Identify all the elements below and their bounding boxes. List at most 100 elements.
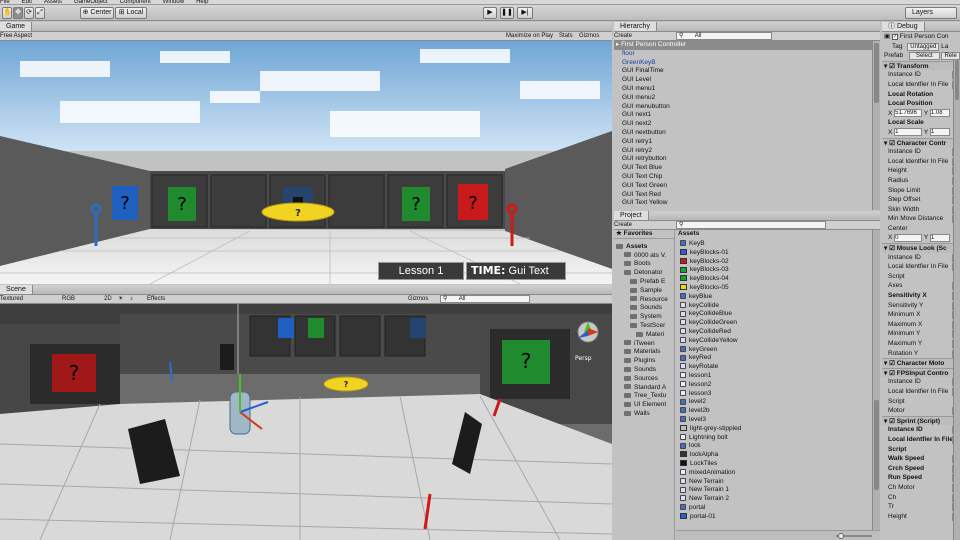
active-checkbox[interactable]: ✓ xyxy=(891,34,898,40)
effects-dropdown[interactable]: Effects xyxy=(147,295,165,303)
game-gizmos-toggle[interactable]: Gizmos xyxy=(579,32,599,40)
maximize-on-play-toggle[interactable]: Maximize on Play xyxy=(506,32,553,40)
foldout-row[interactable]: Local Scale xyxy=(882,118,960,128)
project-create-dropdown[interactable]: Create xyxy=(614,222,632,228)
asset-item[interactable]: New Terrain 2 xyxy=(676,495,872,504)
folder-item[interactable]: Prefab E xyxy=(614,278,674,287)
folder-item[interactable]: Sample xyxy=(614,287,674,296)
shading-dropdown[interactable]: Textured xyxy=(0,296,23,302)
asset-item[interactable]: keyBlocks-03 xyxy=(676,266,872,275)
hierarchy-item[interactable]: GUI Text Chip xyxy=(614,173,880,182)
prefab-revert-button[interactable]: Rele xyxy=(941,52,960,61)
y-value-field[interactable]: 1.08 xyxy=(929,109,950,118)
asset-item[interactable]: lock xyxy=(676,442,872,451)
asset-item[interactable]: keyRed xyxy=(676,354,872,363)
folder-item[interactable]: UI Element xyxy=(614,401,674,410)
asset-item[interactable]: level2 xyxy=(676,398,872,407)
project-search-input[interactable]: ⚲ xyxy=(676,221,826,229)
folder-item[interactable]: iTween xyxy=(614,340,674,349)
hierarchy-item[interactable]: GreenKeyB xyxy=(614,59,880,68)
y-value-field[interactable]: 1 xyxy=(929,128,950,137)
stats-toggle[interactable]: Stats xyxy=(559,32,573,40)
tab-debug-inspector[interactable]: ⓘ Debug xyxy=(882,22,925,31)
hand-tool-button[interactable]: ✋ xyxy=(2,7,12,19)
hierarchy-item[interactable]: GUI retry2 xyxy=(614,147,880,156)
asset-item[interactable]: lockAlpha xyxy=(676,451,872,460)
hierarchy-create-dropdown[interactable]: Create xyxy=(614,33,632,39)
folder-item[interactable]: Walls xyxy=(614,410,674,419)
folder-item[interactable]: Sources xyxy=(614,375,674,384)
asset-item[interactable]: level2b xyxy=(676,407,872,416)
asset-item[interactable]: lesson1 xyxy=(676,372,872,381)
component-enabled-checkbox[interactable]: ☑ xyxy=(889,418,897,425)
folder-item[interactable]: 0000 ats V. xyxy=(614,252,674,261)
play-button[interactable]: ▶ xyxy=(483,7,497,19)
scene-search-input[interactable]: ⚲ All xyxy=(440,295,530,303)
folder-item[interactable]: Standard A xyxy=(614,384,674,393)
asset-item[interactable]: keyCollide xyxy=(676,302,872,311)
scene-gizmos-dropdown[interactable]: Gizmos xyxy=(408,295,428,303)
folder-item[interactable]: Detonator xyxy=(614,269,674,278)
component-enabled-checkbox[interactable]: ☑ xyxy=(889,360,897,367)
object-name-field[interactable]: First Person Con xyxy=(900,33,949,40)
hierarchy-item[interactable]: GUI retrybutton xyxy=(614,155,880,164)
x-value-field[interactable]: 0 xyxy=(894,233,923,242)
tab-project[interactable]: Project xyxy=(614,211,649,220)
asset-item[interactable]: lesson2 xyxy=(676,381,872,390)
hierarchy-item[interactable]: GUI Level xyxy=(614,76,880,85)
aspect-dropdown[interactable]: Free Aspect xyxy=(0,33,32,39)
rgb-dropdown[interactable]: RGB xyxy=(62,295,75,303)
component-header[interactable]: ▾ ☑ Character Contr xyxy=(882,137,960,148)
hierarchy-item[interactable]: GUI nextbutton xyxy=(614,129,880,138)
folder-item[interactable]: Sounds xyxy=(614,366,674,375)
asset-item[interactable]: keyGreen xyxy=(676,346,872,355)
asset-item[interactable]: New Terrain xyxy=(676,478,872,487)
hierarchy-item[interactable]: GUI Text Green xyxy=(614,182,880,191)
folder-item[interactable]: Assets xyxy=(614,243,674,252)
component-enabled-checkbox[interactable]: ☑ xyxy=(889,140,897,147)
layers-dropdown[interactable]: Layers xyxy=(905,7,957,19)
component-header[interactable]: ▾ ☑ FPSInput Contro xyxy=(882,367,960,378)
component-header[interactable]: ▾ ☑ Character Moto xyxy=(882,358,960,368)
project-scrollbar[interactable] xyxy=(872,230,880,530)
tab-hierarchy[interactable]: Hierarchy xyxy=(614,22,657,31)
hierarchy-item[interactable]: GUI menu1 xyxy=(614,85,880,94)
hierarchy-item[interactable]: GUI Text Red xyxy=(614,191,880,200)
asset-item[interactable]: portal-01 xyxy=(676,513,872,522)
component-header[interactable]: ▾ ☑ Mouse Look (Sc xyxy=(882,243,960,253)
folder-item[interactable]: Plugins xyxy=(614,357,674,366)
asset-item[interactable]: KeyB xyxy=(676,240,872,249)
pivot-center-button[interactable]: ⊕ Center xyxy=(80,7,114,19)
asset-item[interactable]: keyBlue xyxy=(676,293,872,302)
asset-item[interactable]: New Terrain 1 xyxy=(676,486,872,495)
folder-item[interactable]: System xyxy=(614,313,674,322)
prefab-select-button[interactable]: Select xyxy=(908,52,940,61)
asset-item[interactable]: keyBlocks-02 xyxy=(676,258,872,267)
toggle-2d[interactable]: 2D xyxy=(104,295,112,303)
asset-item[interactable]: portal xyxy=(676,504,872,513)
asset-item[interactable]: keyBlocks-05 xyxy=(676,284,872,293)
hierarchy-item[interactable]: GUI menu2 xyxy=(614,94,880,103)
hierarchy-scrollbar[interactable] xyxy=(872,41,880,210)
inspector-scrollbar[interactable] xyxy=(953,60,960,540)
folder-item[interactable]: Resource xyxy=(614,296,674,305)
hierarchy-item[interactable]: GUI next2 xyxy=(614,120,880,129)
foldout-row[interactable]: Local Rotation xyxy=(882,90,960,100)
folder-item[interactable]: Materi xyxy=(614,331,674,340)
folder-item[interactable]: Boots xyxy=(614,260,674,269)
x-value-field[interactable]: 1 xyxy=(894,128,923,137)
asset-item[interactable]: level3 xyxy=(676,416,872,425)
move-tool-button[interactable]: ✥ xyxy=(13,7,23,19)
asset-item[interactable]: keyCollideYellow xyxy=(676,337,872,346)
asset-item[interactable]: keyBlocks-04 xyxy=(676,275,872,284)
component-header[interactable]: ▾ ☑ Transform xyxy=(882,60,960,71)
asset-item[interactable]: keyBlocks-01 xyxy=(676,249,872,258)
hierarchy-item[interactable]: floor xyxy=(614,50,880,59)
scene-viewport[interactable]: ? ? ? Persp xyxy=(0,304,612,540)
hierarchy-item[interactable]: GUI Text Yellow xyxy=(614,199,880,208)
hierarchy-item[interactable]: GUI next1 xyxy=(614,111,880,120)
tab-scene[interactable]: Scene xyxy=(0,285,33,294)
asset-item[interactable]: keyCollideGreen xyxy=(676,319,872,328)
pivot-local-button[interactable]: ⊞ Local xyxy=(115,7,147,19)
asset-item[interactable]: Lightning bolt xyxy=(676,434,872,443)
